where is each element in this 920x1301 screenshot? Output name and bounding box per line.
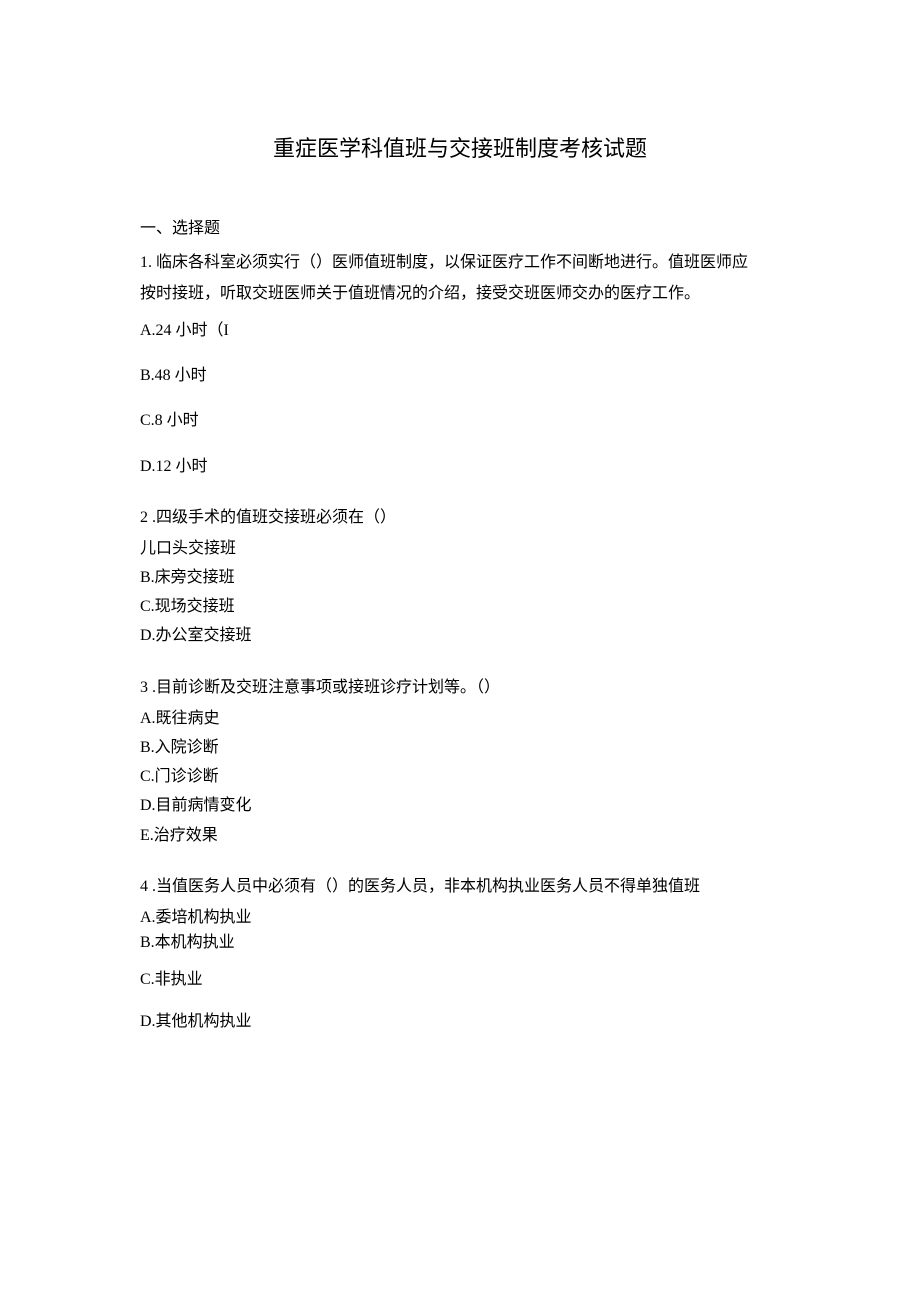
option-a: A.既往病史 [140, 705, 780, 732]
page-title: 重症医学科值班与交接班制度考核试题 [140, 130, 780, 167]
question-3: 3 .目前诊断及交班注意事项或接班诊疗计划等。（） A.既往病史 B.入院诊断 … [140, 674, 780, 849]
option-c: C.8 小时 [140, 407, 780, 434]
option-a: A.委培机构执业 [140, 904, 780, 931]
question-stem: 3 .目前诊断及交班注意事项或接班诊疗计划等。（） [140, 674, 780, 701]
option-d: D.办公室交接班 [140, 622, 780, 649]
option-c: C.门诊诊断 [140, 763, 780, 790]
document-page: 重症医学科值班与交接班制度考核试题 一、选择题 1. 临床各科室必须实行（）医师… [0, 0, 920, 1139]
option-d: D.其他机构执业 [140, 1008, 780, 1035]
option-a: 儿口头交接班 [140, 535, 780, 562]
question-stem: 2 .四级手术的值班交接班必须在（） [140, 504, 780, 531]
question-stem-line2: 按时接班，听取交班医师关于值班情况的介绍，接受交班医师交办的医疗工作。 [140, 280, 780, 307]
option-b: B.本机构执业 [140, 929, 780, 956]
question-1: 1. 临床各科室必须实行（）医师值班制度，以保证医疗工作不间断地进行。值班医师应… [140, 249, 780, 480]
option-d: D.目前病情变化 [140, 792, 780, 819]
section-label: 一、选择题 [140, 215, 780, 242]
question-2: 2 .四级手术的值班交接班必须在（） 儿口头交接班 B.床旁交接班 C.现场交接… [140, 504, 780, 650]
option-b: B.入院诊断 [140, 734, 780, 761]
option-e: E.治疗效果 [140, 822, 780, 849]
option-c: C.非执业 [140, 966, 780, 993]
question-stem-line1: 1. 临床各科室必须实行（）医师值班制度，以保证医疗工作不间断地进行。值班医师应 [140, 249, 780, 276]
option-c: C.现场交接班 [140, 593, 780, 620]
option-d: D.12 小时 [140, 453, 780, 480]
option-b: B.48 小时 [140, 362, 780, 389]
option-a: A.24 小时（I [140, 317, 780, 344]
option-b: B.床旁交接班 [140, 564, 780, 591]
question-stem: 4 .当值医务人员中必须有（）的医务人员，非本机构执业医务人员不得单独值班 [140, 873, 780, 900]
question-4: 4 .当值医务人员中必须有（）的医务人员，非本机构执业医务人员不得单独值班 A.… [140, 873, 780, 1035]
